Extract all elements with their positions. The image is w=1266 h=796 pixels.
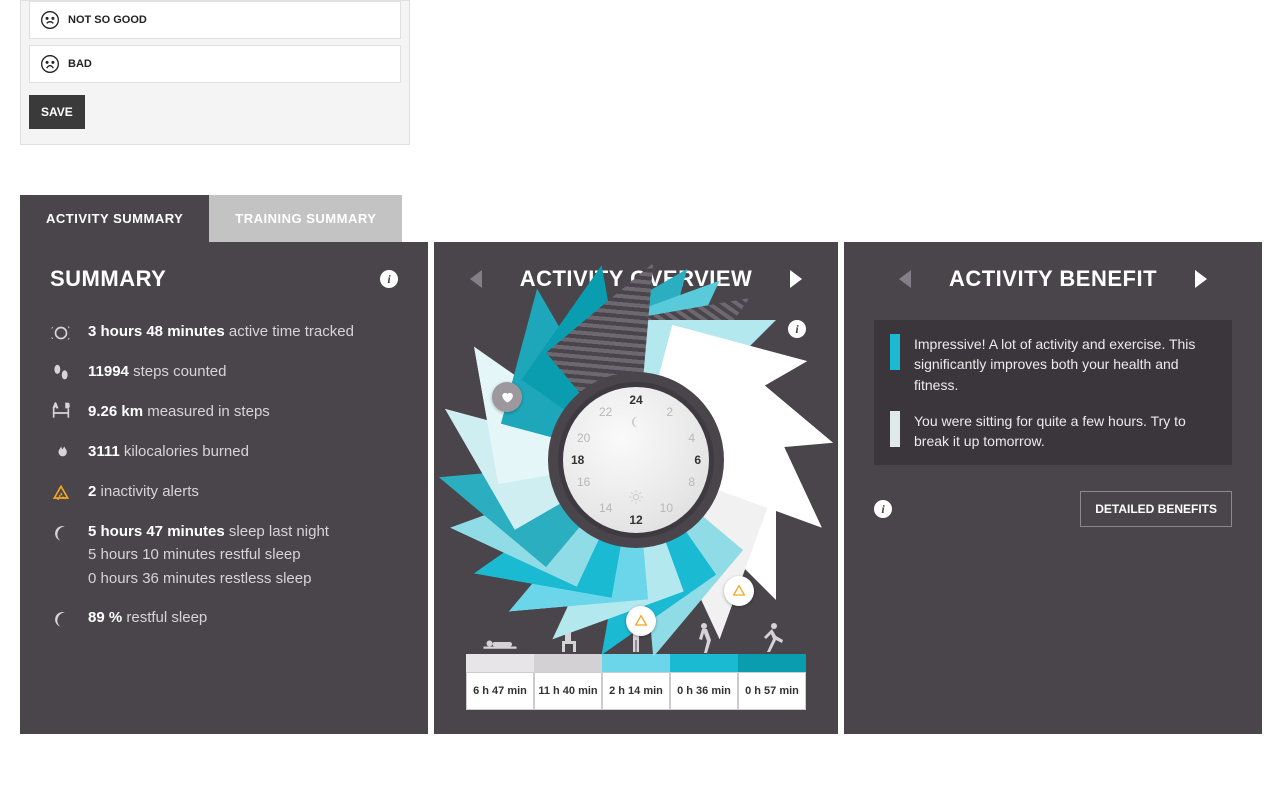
dial-24: 24	[629, 393, 642, 407]
benefit-item: Impressive! A lot of activity and exerci…	[890, 334, 1216, 395]
benefit-next-button[interactable]	[1195, 270, 1207, 288]
benefit-title: ACTIVITY BENEFIT	[949, 266, 1157, 292]
rate-session-card: NOT SO GOOD BAD SAVE	[20, 0, 410, 145]
distance-icon: AB	[50, 402, 72, 424]
dial-8: 8	[688, 475, 695, 489]
bar-standing	[602, 654, 670, 672]
info-icon[interactable]: i	[380, 270, 398, 288]
panel-activity-benefit: ACTIVITY BENEFIT Impressive! A lot of ac…	[844, 242, 1262, 734]
bar-running	[738, 654, 806, 672]
lying-icon	[466, 620, 534, 654]
activity-clock: i	[496, 320, 776, 600]
overview-next-button[interactable]	[790, 270, 802, 288]
save-button[interactable]: SAVE	[29, 95, 85, 129]
tabs: ACTIVITY SUMMARY TRAINING SUMMARY	[20, 195, 1266, 242]
dial-6: 6	[694, 453, 701, 467]
val-sitting: 11 h 40 min	[534, 672, 602, 710]
val-standing: 2 h 14 min	[602, 672, 670, 710]
bar-walking	[670, 654, 738, 672]
sun-icon	[628, 489, 644, 505]
detailed-benefits-button[interactable]: DETAILED BENEFITS	[1080, 491, 1232, 527]
dial-2: 2	[666, 405, 673, 419]
summary-list: 3 hours 48 minutes active time tracked 1…	[50, 320, 398, 630]
tab-activity-summary[interactable]: ACTIVITY SUMMARY	[20, 195, 209, 242]
fire-icon	[50, 442, 72, 464]
summary-restful-pct: 89 % restful sleep	[50, 606, 398, 630]
summary-active-time: 3 hours 48 minutes active time tracked	[50, 320, 398, 344]
val-running: 0 h 57 min	[738, 672, 806, 710]
dial-20: 20	[577, 431, 590, 445]
summary-title: SUMMARY	[50, 266, 166, 292]
inactivity-alert-icon	[50, 482, 72, 504]
steps-icon	[50, 362, 72, 384]
svg-text:B: B	[66, 404, 70, 410]
dial-4: 4	[688, 431, 695, 445]
info-icon[interactable]: i	[874, 500, 892, 518]
inactivity-alert-icon[interactable]	[724, 576, 754, 606]
moon-icon	[629, 415, 643, 429]
dial-12: 12	[629, 513, 642, 527]
heart-session-icon[interactable]	[492, 382, 522, 412]
summary-inactivity: 2 inactivity alerts	[50, 480, 398, 504]
benefit-item: You were sitting for quite a few hours. …	[890, 411, 1216, 452]
benefit-messages: Impressive! A lot of activity and exerci…	[874, 320, 1232, 465]
dial-14: 14	[599, 501, 612, 515]
inactivity-alert-icon[interactable]	[626, 606, 656, 636]
summary-kcal: 3111 kilocalories burned	[50, 440, 398, 464]
panel-summary: SUMMARY i 3 hours 48 minutes active time…	[20, 242, 428, 734]
info-icon[interactable]: i	[788, 320, 806, 338]
rate-option-label: NOT SO GOOD	[68, 14, 147, 26]
overview-prev-button[interactable]	[470, 270, 482, 288]
running-icon	[738, 620, 806, 654]
val-lying: 6 h 47 min	[466, 672, 534, 710]
bar-lying	[466, 654, 534, 672]
face-not-so-good-icon	[40, 10, 60, 30]
rate-option-not-so-good[interactable]: NOT SO GOOD	[29, 1, 401, 39]
dial-18: 18	[571, 453, 584, 467]
benefit-text: You were sitting for quite a few hours. …	[914, 411, 1216, 452]
activity-breakdown-values: 6 h 47 min 11 h 40 min 2 h 14 min 0 h 36…	[466, 672, 806, 710]
dial-16: 16	[577, 475, 590, 489]
activity-breakdown-bars	[466, 654, 806, 672]
svg-text:A: A	[54, 404, 58, 410]
panel-activity-overview: ACTIVITY OVERVIEW i	[434, 242, 838, 734]
clock-dial: 24 2 4 6 8 10 12 14 16 18 20 22	[558, 382, 714, 538]
summary-distance: AB 9.26 km measured in steps	[50, 400, 398, 424]
moon-icon	[50, 608, 72, 630]
tab-training-summary[interactable]: TRAINING SUMMARY	[209, 195, 402, 242]
summary-sleep: 5 hours 47 minutes sleep last night 5 ho…	[50, 520, 398, 590]
dial-10: 10	[660, 501, 673, 515]
summary-steps: 11994 steps counted	[50, 360, 398, 384]
panel-row: SUMMARY i 3 hours 48 minutes active time…	[20, 242, 1266, 734]
active-time-icon	[50, 322, 72, 344]
benefit-text: Impressive! A lot of activity and exerci…	[914, 334, 1216, 395]
val-walking: 0 h 36 min	[670, 672, 738, 710]
dial-22: 22	[599, 405, 612, 419]
rate-option-label: BAD	[68, 58, 92, 70]
rate-option-bad[interactable]: BAD	[29, 45, 401, 83]
moon-icon	[50, 522, 72, 544]
bar-sitting	[534, 654, 602, 672]
benefit-prev-button[interactable]	[899, 270, 911, 288]
benefit-swatch	[890, 411, 900, 447]
face-bad-icon	[40, 54, 60, 74]
benefit-swatch	[890, 334, 900, 370]
